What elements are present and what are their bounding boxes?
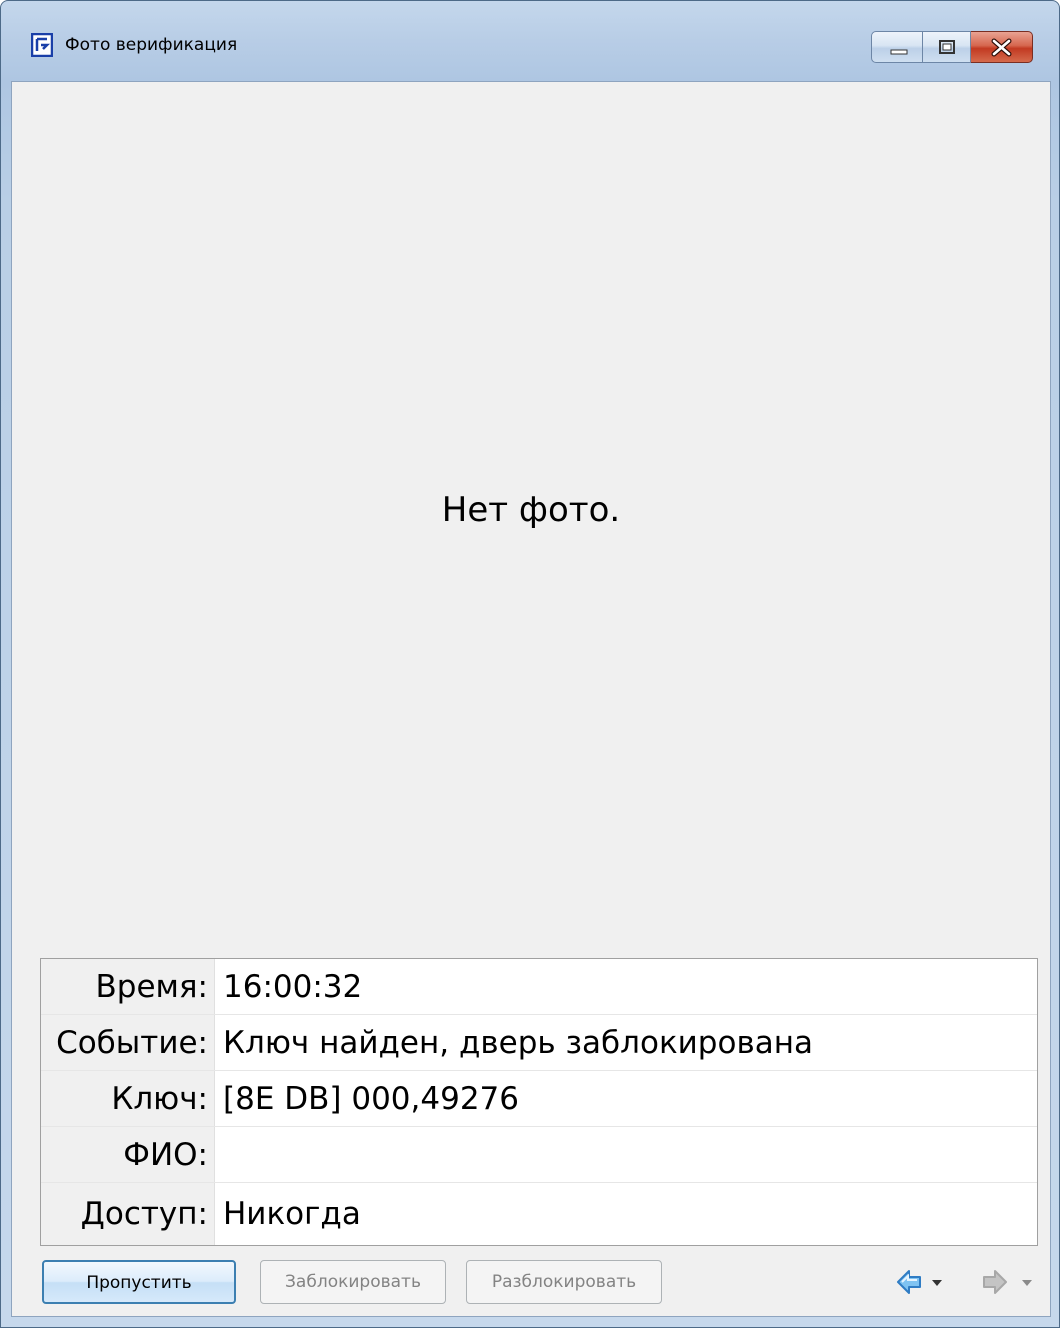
unblock-button[interactable]: Разблокировать xyxy=(466,1260,662,1304)
event-value: Ключ найден, дверь заблокирована xyxy=(223,1025,813,1061)
forward-nav-button[interactable] xyxy=(972,1268,1038,1298)
event-label: Событие: xyxy=(41,1015,215,1070)
arrow-left-icon xyxy=(897,1270,921,1294)
time-label: Время: xyxy=(41,959,215,1014)
close-icon xyxy=(991,38,1012,57)
maximize-button[interactable] xyxy=(923,31,971,63)
title-bar[interactable]: Фото верификация xyxy=(1,1,1059,79)
photo-verification-window: Фото верификация Нет фото. Время: 16:00:… xyxy=(0,0,1060,1328)
key-value: [8E DB] 000,49276 xyxy=(223,1081,519,1117)
photo-area: Нет фото. xyxy=(12,82,1050,962)
back-nav-button[interactable] xyxy=(896,1268,946,1298)
no-photo-label: Нет фото. xyxy=(441,490,621,530)
minimize-button[interactable] xyxy=(871,31,923,63)
event-info-table: Время: 16:00:32 Событие: Ключ найден, дв… xyxy=(40,958,1038,1246)
name-label: ФИО: xyxy=(41,1127,215,1182)
maximize-icon xyxy=(939,40,955,54)
time-value: 16:00:32 xyxy=(223,969,363,1005)
info-row-name: ФИО: xyxy=(41,1127,1037,1183)
arrow-right-icon xyxy=(983,1270,1007,1294)
client-area: Нет фото. Время: 16:00:32 Событие: Ключ … xyxy=(11,81,1051,1317)
chevron-down-icon xyxy=(1022,1280,1032,1286)
chevron-down-icon xyxy=(932,1280,942,1286)
info-row-access: Доступ: Никогда xyxy=(41,1183,1037,1245)
window-title: Фото верификация xyxy=(65,35,238,55)
access-value: Никогда xyxy=(223,1196,361,1232)
block-button[interactable]: Заблокировать xyxy=(260,1260,446,1304)
app-logo-icon xyxy=(30,32,54,58)
info-row-event: Событие: Ключ найден, дверь заблокирован… xyxy=(41,1015,1037,1071)
close-button[interactable] xyxy=(971,31,1033,63)
info-row-key: Ключ: [8E DB] 000,49276 xyxy=(41,1071,1037,1127)
info-row-time: Время: 16:00:32 xyxy=(41,959,1037,1015)
access-label: Доступ: xyxy=(41,1183,215,1245)
skip-button[interactable]: Пропустить xyxy=(42,1260,236,1304)
key-label: Ключ: xyxy=(41,1071,215,1126)
minimize-icon xyxy=(890,49,908,55)
